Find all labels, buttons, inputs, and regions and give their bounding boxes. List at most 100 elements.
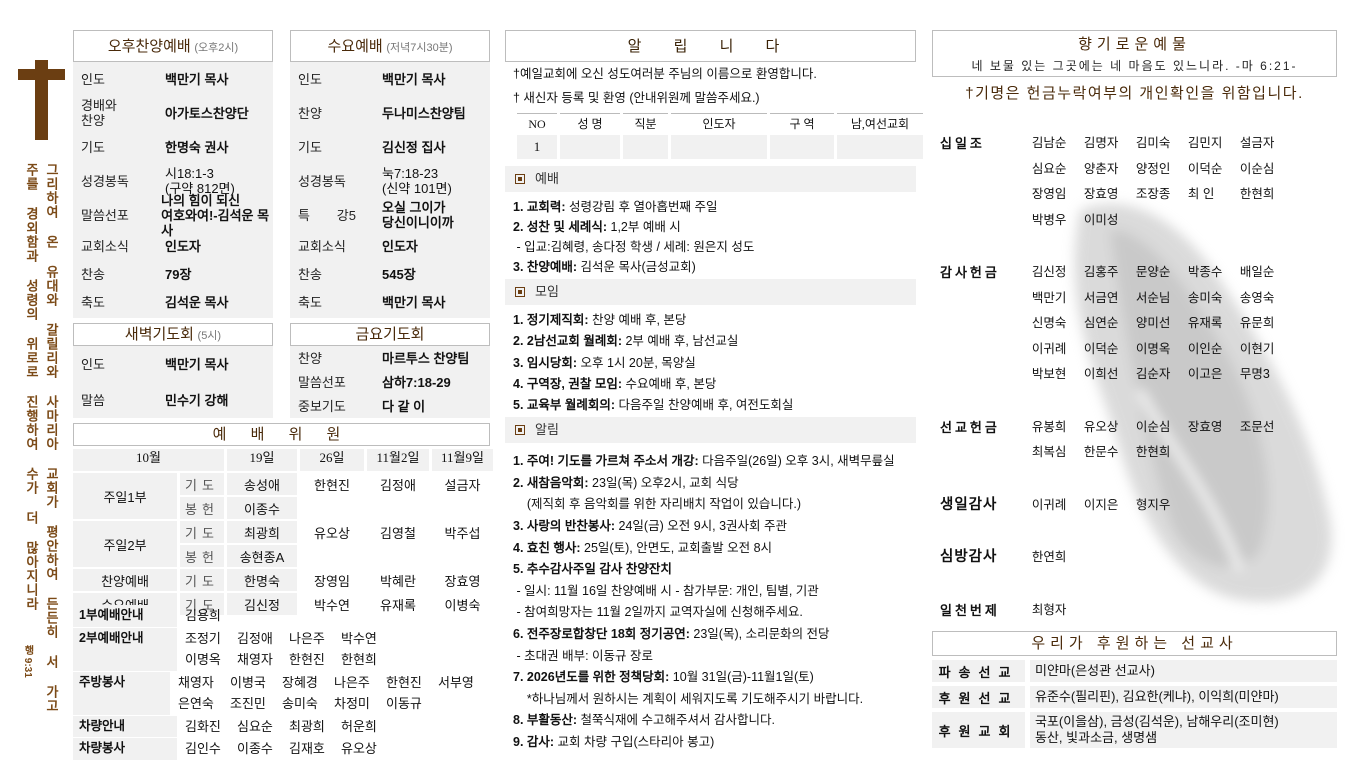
notice-item-heading: 4. 구역장, 권찰 모임:: [513, 376, 622, 391]
offering-note: †기명은 헌금누락여부의 개인확인을 위함입니다.: [965, 85, 1304, 102]
offering-donor: 서금연: [1083, 290, 1119, 305]
newcomer-table-header: 남,여선교회: [837, 113, 923, 133]
offering-donor: 박종수: [1187, 265, 1223, 279]
service-role-label: 교회소식: [298, 238, 346, 254]
duty-line: 김화진 심요순 최광희 허운희: [185, 716, 393, 738]
notice-item: 2. 2남선교회 월례회: 2부 예배 후, 남선교실: [513, 331, 916, 352]
notice-item-heading: 2. 새참음악회:: [513, 475, 589, 490]
offering-donor: 심요순: [1031, 161, 1067, 176]
committee-service-label: 주일1부: [73, 473, 177, 519]
offering-donor: 설금자: [1239, 136, 1275, 150]
committee-role-label: 기도: [180, 473, 224, 495]
mission-value: 미얀마(은성관 선교사): [1030, 660, 1337, 682]
offering-donor: 이순심: [1135, 419, 1171, 434]
service-role-label: 특 강5: [298, 207, 356, 223]
notice-item: 4. 효친 행사: 25일(토), 안면도, 교회출발 오전 8시: [513, 538, 916, 560]
duty-label: 주방봉사: [73, 671, 170, 715]
offering-donor: 한연희: [1031, 550, 1067, 564]
offering-donor: 김민지: [1187, 136, 1223, 150]
notice-item-text: 25일(토), 안면도, 교회출발 오전 8시: [580, 540, 773, 555]
committee-member: 박혜란: [380, 573, 416, 589]
committee-member: 장영임: [314, 573, 350, 589]
duty-member: 채영자: [237, 652, 273, 667]
afternoon-worship-title: 오후찬양예배: [107, 38, 191, 55]
service-role-label: 중보기도: [298, 398, 346, 414]
offering-title: 향기로운예물: [1078, 36, 1191, 53]
offering-donor: 최복심: [1031, 445, 1067, 459]
dawn-prayer-time: (5시): [197, 330, 222, 342]
mission-label: 파송선교: [932, 660, 1025, 682]
offering-donor: 무명3: [1239, 367, 1270, 381]
service-role-value: 김신정 집사: [382, 139, 446, 155]
committee-role-label: 봉헌: [180, 497, 224, 519]
service-role-value: 백만기 목사: [165, 71, 229, 87]
service-role-value: 마르투스 찬양팀: [382, 350, 470, 366]
notice-item-text: 23일(목), 소리문화의 전당: [689, 627, 830, 641]
notice-item-text: 2부 예배 후, 남선교실: [622, 334, 739, 349]
duty-member: 김정애: [237, 630, 273, 646]
service-role-value: 아가토스찬양단: [165, 105, 249, 121]
notice-item: 4. 구역장, 권찰 모임: 수요예배 후, 본당: [513, 374, 916, 395]
service-role-label: 기도: [81, 139, 105, 155]
offering-donor: 이미성: [1083, 212, 1119, 227]
offering-category: 선교헌금 유봉희 유오상 이순심 장효영 조문선 최복심 한문수 한현희: [940, 415, 1340, 466]
service-row: 경배와 찬양 아가토스찬양단: [73, 96, 273, 130]
notice-item-text: 다음주일(26일) 오후 3시, 새벽무릎실: [698, 454, 895, 469]
offering-category: 생일감사 이귀례 이지은 형지우: [940, 493, 1340, 519]
offering-donor: 최 인: [1187, 187, 1215, 201]
offering-names: 유봉희 유오상 이순심 장효영 조문선 최복심 한문수 한현희: [1032, 415, 1340, 466]
notice-item-heading: 9. 감사:: [513, 734, 555, 749]
notice-item: - 초대권 배부: 이동규 장로: [513, 646, 916, 668]
notice-item-text: 찬양 예배 후, 본당: [588, 313, 687, 327]
verse-column-2: 주를 경외함과 성령의 위로로 진행하여 수가 더 많아지니라: [24, 163, 39, 611]
service-role-label: 찬송: [298, 266, 322, 282]
duty-member: 박수연: [341, 630, 377, 646]
duty-names: 김인수 이종수 김재호 유오상: [177, 738, 393, 760]
notice-item-heading: 6. 전주장로합창단 18회 정기공연:: [513, 627, 690, 641]
newcomer-table-header: 성 명: [560, 113, 620, 133]
duty-line: 김용희: [185, 605, 237, 627]
offering-donor: 문양순: [1135, 265, 1171, 279]
committee-header-date: 19일: [227, 449, 297, 471]
offering-header: 향기로운예물 네 보물 있는 그곳에는 네 마음도 있느니라. -마 6:21-: [932, 30, 1337, 77]
offering-names: 김남순 김명자 김미숙 김민지 설금자 심요순 양춘자 양정인 이덕순 이순심 장영임 장효영 조장종 최…: [1032, 131, 1340, 233]
service-role-value: 인도자: [165, 238, 201, 254]
notice-item-text: 성령강림 후 열아홉번째 주일: [565, 200, 718, 214]
service-role-label: 인도: [81, 71, 105, 87]
offering-donor: 형지우: [1135, 497, 1171, 512]
service-role-value: 한명숙 권사: [165, 139, 229, 155]
offering-category-label: 선교헌금: [940, 419, 1000, 435]
duty-list: 1부예배안내 김용희 2부예배안내 조정기 김정애 나은주 박수연 이명옥 채영자 한현진 한현희 주…: [73, 605, 490, 761]
service-row: 기도 김신정 집사: [290, 130, 490, 164]
notice-item: 3. 찬양예배: 김석운 목사(금성교회): [513, 257, 916, 277]
friday-prayer-header: 금요기도회: [290, 323, 490, 346]
service-role-value: 민수기 강해: [165, 392, 229, 408]
notice-item-heading: 3. 사랑의 반찬봉사:: [513, 519, 616, 534]
notice-item: 1. 정기제직회: 찬양 예배 후, 본당: [513, 310, 916, 331]
dawn-prayer-title: 새벽기도회: [124, 326, 194, 343]
offering-category-label: 심방감사: [940, 549, 998, 565]
duty-line: 조정기 김정애 나은주 박수연: [185, 628, 393, 650]
duty-member: 송미숙: [282, 696, 318, 711]
committee-service-label: 주일2부: [73, 521, 177, 567]
notice-item-text: 교회 차량 구입(스타리아 봉고): [554, 734, 715, 749]
committee-member: 유오상: [314, 525, 350, 541]
offering-names: 이귀례 이지은 형지우: [1032, 493, 1340, 519]
service-role-label: 말씀: [81, 392, 105, 408]
newcomer-table-header: 인도자: [671, 113, 767, 133]
notice-item: - 입교:김혜령, 송다정 학생 / 세례: 원은지 성도: [513, 237, 916, 257]
committee-service-label-text: 주일1부: [103, 489, 147, 505]
offering-donor: 배일순: [1239, 265, 1275, 279]
wednesday-worship-panel: 인도 백만기 목사 찬양 두나미스찬양팀 기도 김신정 집사 성경봉독 눅7:18-23 (…: [290, 62, 490, 318]
duty-label: 차량봉사: [73, 738, 177, 760]
duty-label: 차량안내: [73, 715, 177, 737]
newcomer-line: † 새신자 등록 및 환영 (안내위원께 말씀주세요.): [513, 91, 760, 105]
service-role-value: 김석운 목사: [165, 294, 229, 310]
committee-member: 송성애: [227, 473, 297, 495]
service-role-label: 교회소식: [81, 238, 129, 254]
duty-member: 차정미: [334, 696, 370, 711]
dawn-prayer-panel: 인도 백만기 목사 말씀 민수기 강해: [73, 346, 273, 418]
notice-item-heading: 8. 부활동산:: [513, 713, 578, 728]
duty-member: 나은주: [289, 630, 325, 646]
service-role-label: 말씀선포: [298, 374, 346, 390]
